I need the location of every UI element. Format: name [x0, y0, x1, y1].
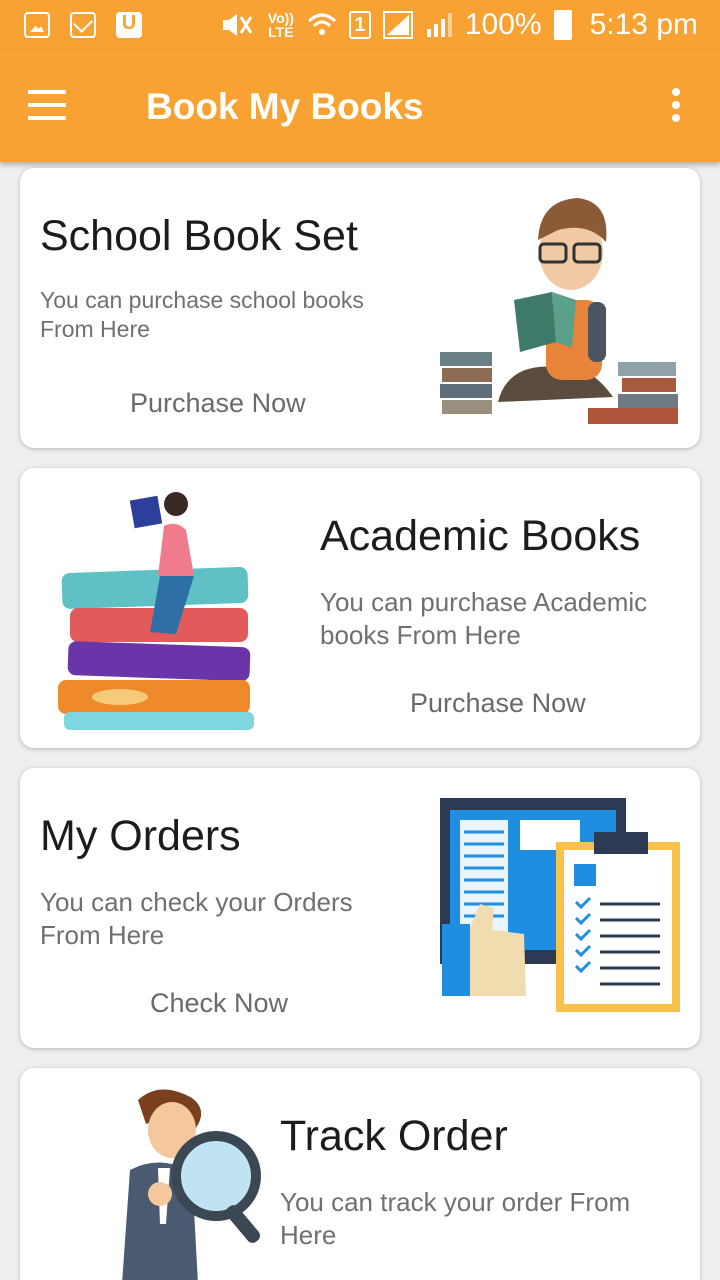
notification-icons: U: [24, 12, 142, 38]
card-academic-books[interactable]: Academic Books You can purchase Academic…: [20, 468, 700, 748]
card-track-order[interactable]: Track Order You can track your order Fro…: [20, 1068, 700, 1280]
mail-icon: [70, 12, 96, 38]
hamburger-menu-icon[interactable]: [28, 90, 68, 120]
battery-icon: [553, 10, 572, 40]
magnifier-man-illustration: [122, 1089, 261, 1280]
boy-reading-illustration: [440, 198, 678, 424]
u-app-icon: U: [116, 12, 142, 38]
card-title: School Book Set: [40, 212, 358, 260]
signal-icon: [426, 13, 452, 37]
card-description: You can purchase school books From Here: [40, 287, 364, 343]
wifi-icon: [307, 13, 336, 35]
signal-icon: [382, 11, 413, 39]
card-title: Academic Books: [320, 512, 641, 560]
image-icon: [24, 12, 50, 38]
status-bar: U Vo)) LTE 1 100% 5:13 pm: [0, 0, 720, 52]
card-title: My Orders: [40, 812, 241, 860]
battery-percent: 100%: [464, 8, 542, 41]
volte-icon: Vo)) LTE: [267, 10, 294, 40]
app-toolbar: Book My Books: [0, 52, 720, 162]
sim-1-icon: 1: [348, 11, 371, 39]
purchase-now-button[interactable]: Purchase Now: [410, 688, 586, 719]
app-title: Book My Books: [146, 86, 424, 127]
check-now-button[interactable]: Check Now: [150, 988, 288, 1019]
purchase-now-button[interactable]: Purchase Now: [130, 388, 306, 419]
card-my-orders[interactable]: My Orders You can check your Orders From…: [20, 768, 700, 1048]
clock: 5:13 pm: [589, 8, 698, 41]
orders-checklist-illustration: [440, 798, 680, 1012]
card-description: You can purchase Academic books From Her…: [320, 587, 648, 651]
card-title: Track Order: [280, 1112, 508, 1160]
mute-icon: [222, 14, 253, 36]
card-description: You can check your Orders From Here: [40, 887, 353, 951]
system-icons: Vo)) LTE 1 100% 5:13 pm: [219, 8, 698, 42]
card-description: You can track your order From Here: [280, 1187, 631, 1251]
more-vert-icon[interactable]: [668, 88, 684, 128]
girl-on-books-illustration: [58, 492, 254, 730]
card-school-book-set[interactable]: School Book Set You can purchase school …: [20, 168, 700, 448]
